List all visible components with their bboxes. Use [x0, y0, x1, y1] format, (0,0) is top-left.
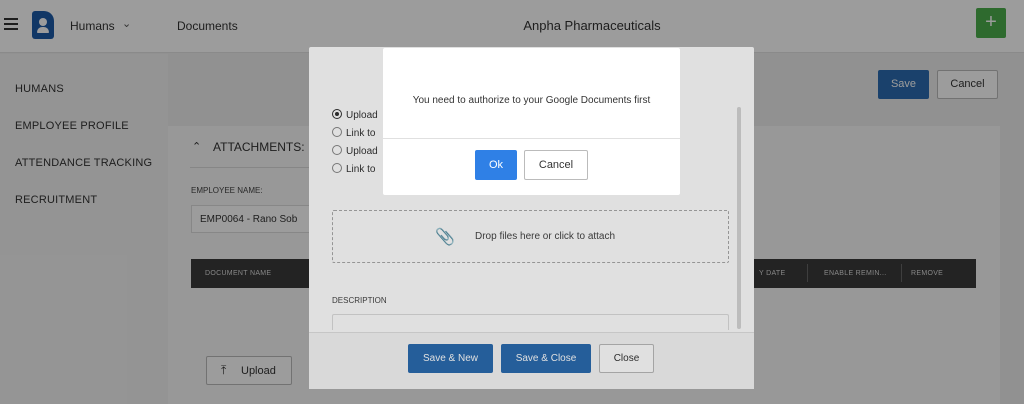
authorize-alert: You need to authorize to your Google Doc…	[383, 48, 680, 195]
ok-button[interactable]: Ok	[475, 150, 517, 180]
alert-message: You need to authorize to your Google Doc…	[412, 95, 651, 106]
divider	[383, 138, 680, 139]
alert-cancel-button[interactable]: Cancel	[524, 150, 588, 180]
